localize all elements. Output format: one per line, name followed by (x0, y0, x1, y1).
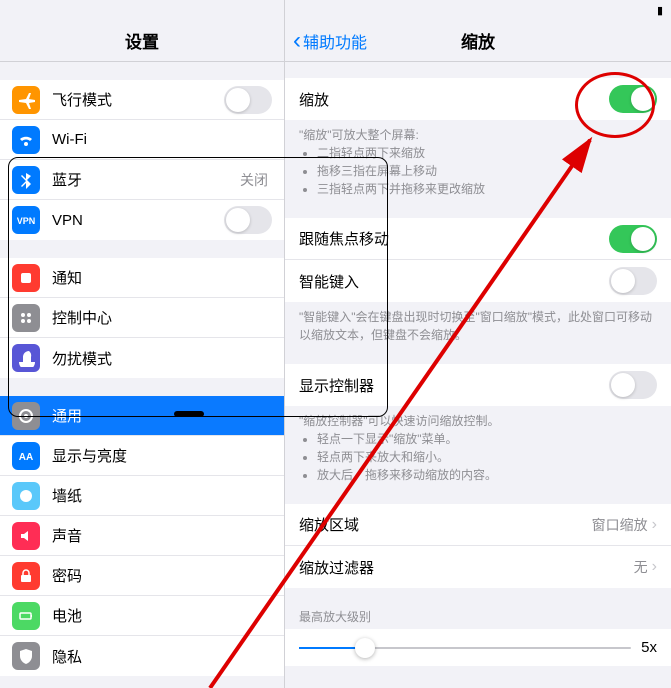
zoom-filter-row[interactable]: 缩放过滤器 无 › (285, 546, 671, 588)
smart-type-toggle[interactable] (609, 267, 657, 295)
zoom-row[interactable]: 缩放 (285, 78, 671, 120)
follow-focus-row[interactable]: 跟随焦点移动 (285, 218, 671, 260)
sidebar-label: VPN (52, 212, 224, 229)
show-controller-toggle[interactable] (609, 371, 657, 399)
dnd-icon (12, 344, 40, 372)
airplane-toggle[interactable] (224, 86, 272, 114)
max-level-value: 5x (641, 639, 657, 656)
privacy-icon (12, 642, 40, 670)
status-bar-left (0, 0, 284, 20)
show-controller-row[interactable]: 显示控制器 (285, 364, 671, 406)
max-level-slider[interactable] (299, 647, 631, 649)
left-header: 设置 (0, 20, 284, 62)
zoom-label: 缩放 (299, 89, 609, 110)
sidebar-label: 显示与亮度 (52, 445, 272, 466)
zoom-region-value: 窗口缩放 (592, 515, 648, 535)
general-icon (12, 402, 40, 430)
sidebar-label: 电池 (52, 605, 272, 626)
zoom-description: "缩放"可放大整个屏幕: 二指轻点两下来缩放 拖移三指在屏幕上移动 三指轻点两下… (285, 120, 671, 202)
sidebar-item-notify[interactable]: 通知 (0, 258, 284, 298)
display-icon: AA (12, 442, 40, 470)
vpn-toggle[interactable] (224, 206, 272, 234)
controller-description: "缩放控制器"可以快速访问缩放控制。 轻点一下显示"缩放"菜单。 轻点两下来放大… (285, 406, 671, 488)
sidebar-item-vpn[interactable]: VPN VPN (0, 200, 284, 240)
smart-type-description: "智能键入"会在键盘出现时切换至"窗口缩放"模式，此处窗口可移动以缩放文本，但键… (285, 302, 671, 348)
zoom-region-row[interactable]: 缩放区域 窗口缩放 › (285, 504, 671, 546)
max-level-header: 最高放大级别 (285, 604, 671, 629)
chevron-right-icon: › (652, 558, 657, 576)
sidebar-label: 密码 (52, 565, 272, 586)
sidebar-label: 通用 (52, 405, 272, 426)
sidebar-label: 控制中心 (52, 307, 272, 328)
max-level-slider-row[interactable]: 5x (285, 629, 671, 666)
control-icon (12, 304, 40, 332)
follow-focus-toggle[interactable] (609, 225, 657, 253)
sidebar-item-display[interactable]: AA 显示与亮度 (0, 436, 284, 476)
sound-icon (12, 522, 40, 550)
annotation-pill (174, 411, 204, 417)
passcode-icon (12, 562, 40, 590)
settings-title: 设置 (125, 28, 159, 53)
sidebar-item-control[interactable]: 控制中心 (0, 298, 284, 338)
sidebar-label: 蓝牙 (52, 169, 240, 190)
sidebar-item-battery[interactable]: 电池 (0, 596, 284, 636)
battery-icon: ▮ (657, 4, 663, 17)
sidebar-item-airplane[interactable]: 飞行模式 (0, 80, 284, 120)
sidebar-label: 墙纸 (52, 485, 272, 506)
vpn-icon: VPN (12, 206, 40, 234)
sidebar-label: 声音 (52, 525, 272, 546)
zoom-filter-value: 无 (634, 557, 648, 577)
sidebar-item-dnd[interactable]: 勿扰模式 (0, 338, 284, 378)
detail-title: 缩放 (461, 28, 495, 53)
chevron-right-icon: › (652, 516, 657, 534)
zoom-region-label: 缩放区域 (299, 514, 592, 535)
sidebar-item-wifi[interactable]: Wi-Fi (0, 120, 284, 160)
wallpaper-icon (12, 482, 40, 510)
bluetooth-detail: 关闭 (240, 170, 268, 190)
zoom-toggle[interactable] (609, 85, 657, 113)
sidebar-item-passcode[interactable]: 密码 (0, 556, 284, 596)
wifi-icon (12, 126, 40, 154)
show-controller-label: 显示控制器 (299, 375, 609, 396)
sidebar-label: 勿扰模式 (52, 348, 272, 369)
battery-icon (12, 602, 40, 630)
svg-text:AA: AA (19, 452, 33, 463)
status-bar-right: ▮ (285, 0, 671, 20)
sidebar-item-sound[interactable]: 声音 (0, 516, 284, 556)
right-header: ‹ 辅助功能 缩放 (285, 20, 671, 62)
detail-pane: ▮ ‹ 辅助功能 缩放 缩放 "缩放"可放大整个屏幕: 二指轻点两下来缩放 拖移… (285, 0, 671, 688)
sidebar-label: 隐私 (52, 646, 272, 667)
sidebar-label: Wi-Fi (52, 131, 268, 148)
back-button[interactable]: ‹ 辅助功能 (293, 27, 367, 55)
follow-focus-label: 跟随焦点移动 (299, 228, 609, 249)
chevron-left-icon: ‹ (293, 27, 301, 55)
smart-type-row[interactable]: 智能键入 (285, 260, 671, 302)
settings-sidebar: 设置 飞行模式 Wi-Fi 蓝牙 关闭 VPN VPN (0, 0, 285, 688)
sidebar-label: 飞行模式 (52, 89, 224, 110)
sidebar-item-wallpaper[interactable]: 墙纸 (0, 476, 284, 516)
sidebar-item-bluetooth[interactable]: 蓝牙 关闭 (0, 160, 284, 200)
svg-text:VPN: VPN (17, 216, 35, 226)
airplane-icon (12, 86, 40, 114)
zoom-filter-label: 缩放过滤器 (299, 557, 634, 578)
sidebar-item-general[interactable]: 通用 (0, 396, 284, 436)
sidebar-label: 通知 (52, 267, 272, 288)
bluetooth-icon (12, 166, 40, 194)
back-label: 辅助功能 (303, 29, 367, 53)
smart-type-label: 智能键入 (299, 271, 609, 292)
sidebar-item-privacy[interactable]: 隐私 (0, 636, 284, 676)
notify-icon (12, 264, 40, 292)
